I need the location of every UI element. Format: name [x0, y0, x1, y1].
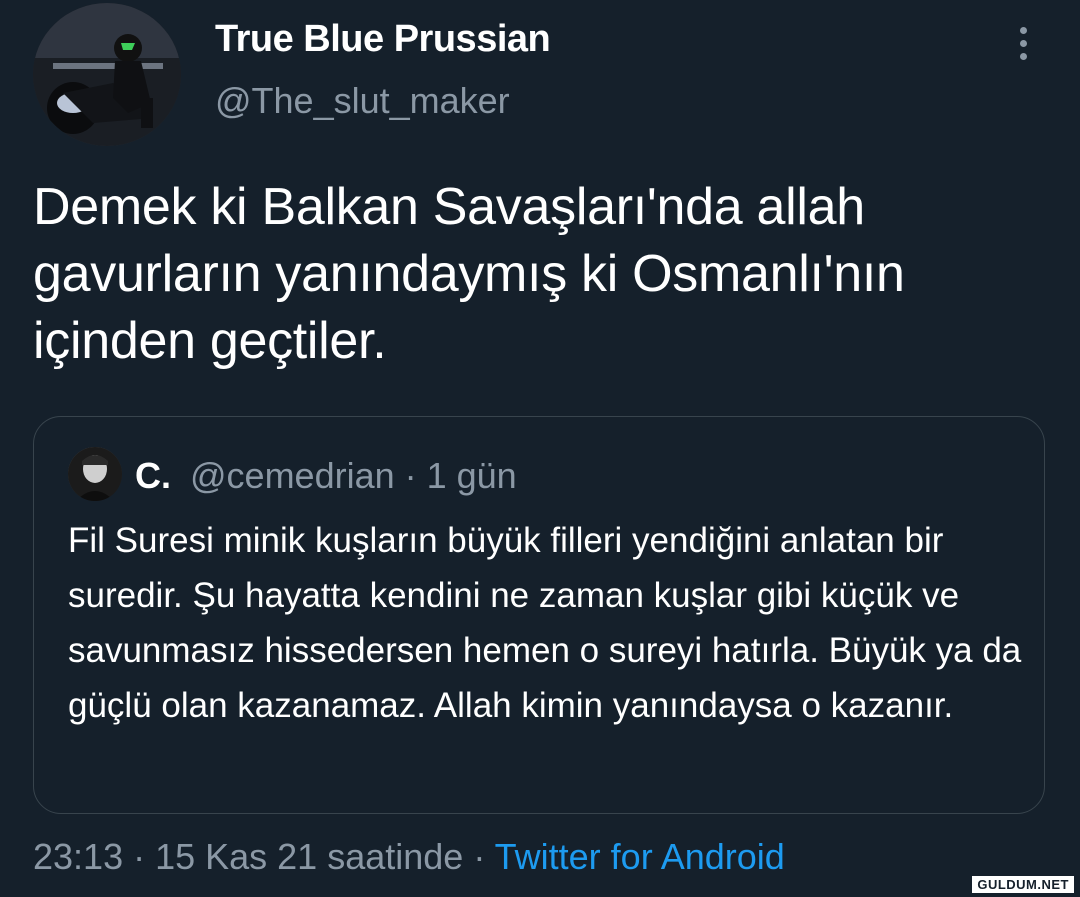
- quoted-author-handle-time[interactable]: @cemedrian · 1 gün: [190, 455, 517, 497]
- quoted-author-display-name[interactable]: C.: [135, 455, 171, 497]
- more-dot: [1019, 53, 1027, 60]
- quoted-tweet-card[interactable]: C. @cemedrian · 1 gün Fil Suresi minik k…: [33, 416, 1045, 814]
- tweet-source-link[interactable]: Twitter for Android: [495, 836, 785, 877]
- author-avatar[interactable]: [33, 3, 181, 146]
- more-dot: [1019, 40, 1027, 47]
- tweet: True Blue Prussian @The_slut_maker Demek…: [0, 0, 1080, 897]
- tweet-footer: 23:13 · 15 Kas 21 saatinde · Twitter for…: [33, 836, 785, 878]
- more-vertical-icon[interactable]: [1010, 24, 1036, 64]
- tweet-text: Demek ki Balkan Savaşları'nda allah gavu…: [33, 178, 905, 370]
- quoted-tweet-text: Fil Suresi minik kuşların büyük filleri …: [68, 521, 1022, 725]
- watermark: GULDUM.NET: [972, 876, 1074, 893]
- more-dot: [1019, 27, 1027, 34]
- author-handle[interactable]: @The_slut_maker: [215, 80, 510, 122]
- author-display-name[interactable]: True Blue Prussian: [215, 18, 551, 61]
- quoted-author-avatar[interactable]: [68, 447, 122, 501]
- tweet-timestamp[interactable]: 23:13 · 15 Kas 21 saatinde ·: [33, 836, 495, 877]
